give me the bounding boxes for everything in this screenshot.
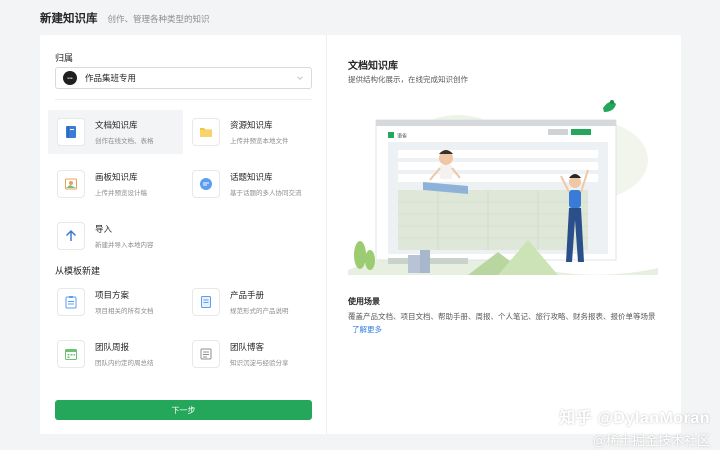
preview-title: 文档知识库 <box>348 61 398 72</box>
clipboard-icon <box>57 288 85 316</box>
option-doc-kb[interactable]: 文档知识库创作在线文档、表格 <box>48 110 183 154</box>
manual-icon <box>192 288 220 316</box>
option-desc: 上传并预览设计稿 <box>95 190 147 197</box>
page-subtitle: 创作、管理各种类型的知识 <box>107 14 210 24</box>
option-board-kb[interactable]: 画板知识库上传并预览设计稿 <box>48 162 183 206</box>
usage-title: 使用场景 <box>348 297 380 306</box>
option-title: 画板知识库 <box>95 172 138 182</box>
template-section-label: 从模板新建 <box>55 266 101 276</box>
page-title: 新建知识库 <box>40 13 98 25</box>
template-project-plan[interactable]: 项目方案项目相关的所有文档 <box>48 280 183 324</box>
new-kb-dialog: 归属 ●●● 作品集班专用 文档知识库创作在线文档、表格 资源知识库上传并预览本… <box>40 35 681 434</box>
arrow-up-icon <box>57 222 85 250</box>
folder-icon <box>192 118 220 146</box>
left-panel: 归属 ●●● 作品集班专用 文档知识库创作在线文档、表格 资源知识库上传并预览本… <box>40 35 327 434</box>
avatar: ●●● <box>63 71 77 85</box>
option-desc: 上传并预览本地文件 <box>230 138 289 145</box>
owner-name: 作品集班专用 <box>85 73 137 83</box>
illustration-logo-text: 语雀 <box>397 133 407 140</box>
option-topic-kb[interactable]: 话题知识库基于话题的多人协同交流 <box>183 162 318 206</box>
usage-text: 覆盖产品文档、项目文档、帮助手册、周报、个人笔记、旅行攻略、财务报表、报价单等场… <box>348 312 656 321</box>
template-desc: 团队内约定的周总结 <box>95 360 154 367</box>
option-title: 导入 <box>95 224 113 234</box>
template-desc: 项目相关的所有文档 <box>95 308 154 315</box>
template-desc: 知识沉淀与经验分享 <box>230 360 289 367</box>
owner-select[interactable]: ●●● 作品集班专用 <box>55 67 312 89</box>
doc-kb-illustration: 语雀 <box>348 100 658 275</box>
template-title: 团队博客 <box>230 342 265 352</box>
option-title: 话题知识库 <box>230 172 273 182</box>
picture-icon <box>57 170 85 198</box>
right-panel: 文档知识库 提供结构化展示，在线完成知识创作 语雀 使用场景 覆盖产品文档、项目… <box>327 35 681 434</box>
preview-subtitle: 提供结构化展示，在线完成知识创作 <box>348 75 468 84</box>
option-resource-kb[interactable]: 资源知识库上传并预览本地文件 <box>183 110 318 154</box>
template-team-blog[interactable]: 团队博客知识沉淀与经验分享 <box>183 332 318 376</box>
option-import[interactable]: 导入新建并导入本地内容 <box>48 214 183 258</box>
page-header: 新建知识库 创作、管理各种类型的知识 <box>40 10 210 26</box>
chat-bubble-icon <box>192 170 220 198</box>
template-team-weekly[interactable]: 团队周报团队内约定的周总结 <box>48 332 183 376</box>
option-title: 文档知识库 <box>95 120 138 130</box>
option-desc: 新建并导入本地内容 <box>95 242 154 249</box>
usage-description: 覆盖产品文档、项目文档、帮助手册、周报、个人笔记、旅行攻略、财务报表、报价单等场… <box>348 310 663 336</box>
chevron-down-icon <box>297 76 303 80</box>
option-title: 资源知识库 <box>230 120 273 130</box>
option-desc: 基于话题的多人协同交流 <box>230 190 302 197</box>
template-title: 团队周报 <box>95 342 130 352</box>
divider <box>55 99 312 100</box>
next-button[interactable]: 下一步 <box>55 400 312 420</box>
calendar-icon <box>57 340 85 368</box>
template-title: 产品手册 <box>230 290 265 300</box>
template-desc: 规范形式的产品说明 <box>230 308 289 315</box>
owner-label: 归属 <box>55 53 74 63</box>
blog-icon <box>192 340 220 368</box>
template-title: 项目方案 <box>95 290 130 300</box>
book-icon <box>57 118 85 146</box>
learn-more-link[interactable]: 了解更多 <box>352 325 382 334</box>
option-desc: 创作在线文档、表格 <box>95 138 154 145</box>
template-product-manual[interactable]: 产品手册规范形式的产品说明 <box>183 280 318 324</box>
